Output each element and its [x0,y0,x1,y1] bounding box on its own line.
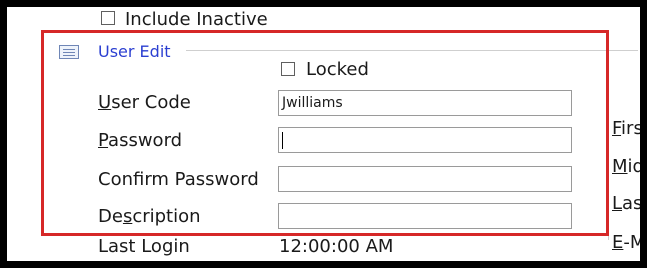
first-name-label: Firs [612,118,643,139]
highlight-box [41,30,609,236]
last-login-value: 12:00:00 AM [279,236,394,257]
include-inactive-label: Include Inactive [125,9,268,30]
middle-name-label: Mid [612,156,644,177]
last-name-label: Last [612,193,647,214]
include-inactive-checkbox[interactable] [101,11,115,25]
email-label: E-M [612,232,646,253]
last-login-label: Last Login [98,236,190,257]
